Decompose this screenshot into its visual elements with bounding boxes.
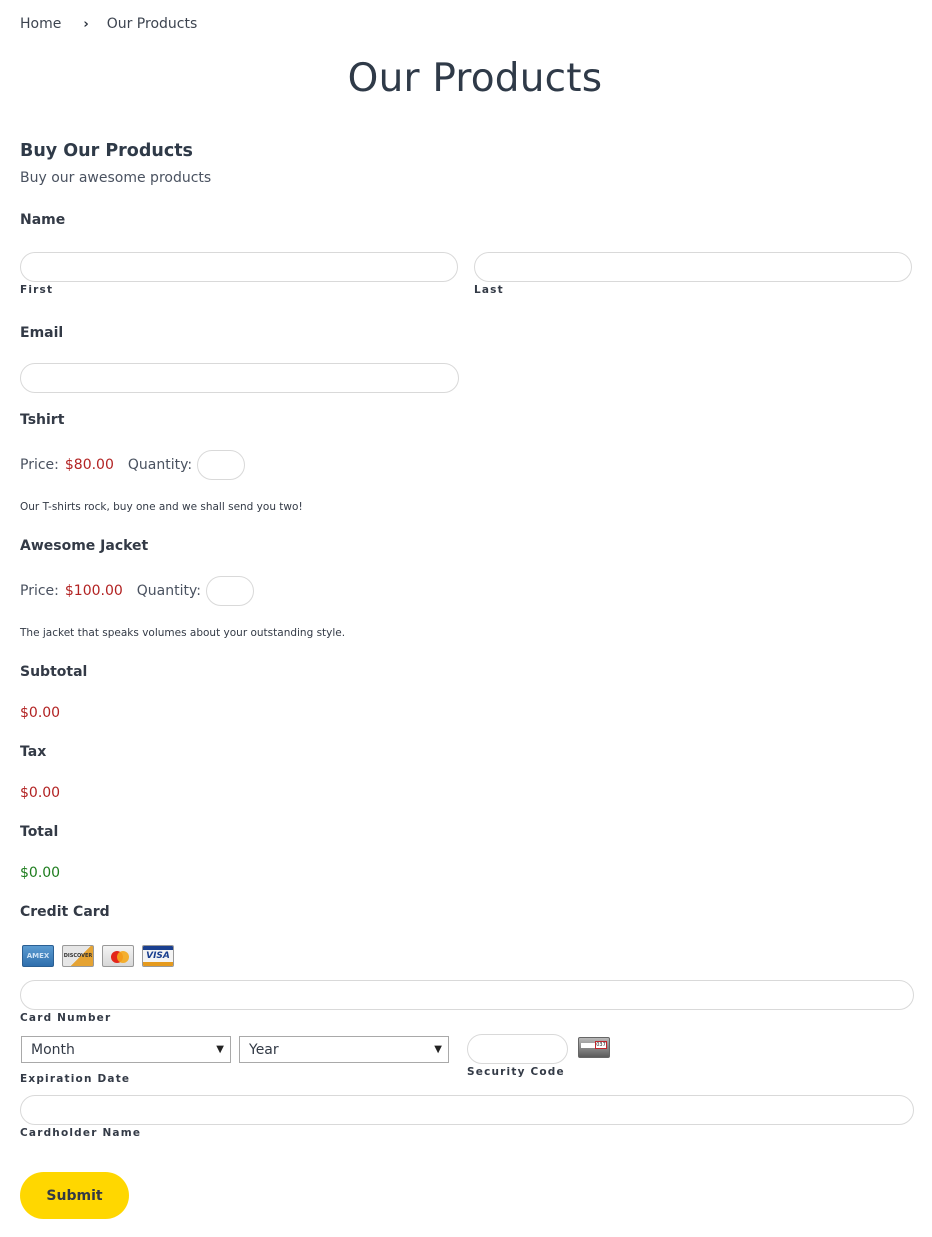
amex-icon: AMEX — [22, 945, 54, 967]
tax-label: Tax — [20, 744, 47, 760]
visa-icon: VISA — [142, 945, 174, 967]
quantity-label: Quantity: — [136, 583, 201, 599]
name-label: Name — [20, 212, 66, 228]
tshirt-quantity-input[interactable] — [197, 450, 246, 480]
last-name-input[interactable] — [474, 252, 912, 282]
expiration-date-sublabel: Expiration Date — [20, 1073, 131, 1085]
credit-card-label: Credit Card — [20, 904, 110, 920]
product-name-tshirt: Tshirt — [20, 412, 65, 428]
month-selected-value: Month — [31, 1041, 75, 1058]
cardholder-name-sublabel: Cardholder Name — [20, 1127, 142, 1139]
discover-icon: DISCOVER — [62, 945, 94, 967]
dropdown-arrow-icon: ▼ — [216, 1044, 224, 1055]
last-name-sublabel: Last — [474, 284, 504, 296]
tshirt-price: $80.00 — [64, 457, 114, 473]
card-type-icons: AMEX DISCOVER VISA — [22, 945, 174, 967]
security-code-sublabel: Security Code — [467, 1066, 565, 1078]
jacket-quantity-input[interactable] — [205, 576, 254, 606]
email-label: Email — [20, 325, 64, 341]
mastercard-icon — [102, 945, 134, 967]
subtotal-value: $0.00 — [20, 705, 61, 721]
jacket-price-row: Price: $100.00 Quantity: — [20, 576, 254, 606]
jacket-price: $100.00 — [64, 583, 123, 599]
breadcrumb-current: Our Products — [106, 16, 198, 32]
chevron-right-icon: › — [83, 16, 89, 32]
year-selected-value: Year — [249, 1041, 279, 1058]
dropdown-arrow-icon: ▼ — [434, 1044, 442, 1055]
email-input[interactable] — [20, 363, 459, 393]
breadcrumb: Home › Our Products — [20, 16, 197, 32]
card-number-input[interactable] — [20, 980, 914, 1010]
product-name-jacket: Awesome Jacket — [20, 538, 149, 554]
price-label: Price: — [20, 583, 59, 599]
quantity-label: Quantity: — [127, 457, 193, 473]
first-name-input[interactable] — [20, 252, 458, 282]
total-label: Total — [20, 824, 59, 840]
subtotal-label: Subtotal — [20, 664, 88, 680]
security-code-input[interactable] — [467, 1034, 568, 1064]
tshirt-description: Our T-shirts rock, buy one and we shall … — [20, 501, 303, 513]
cvv-card-icon: 037 — [578, 1037, 610, 1058]
tax-value: $0.00 — [20, 785, 61, 801]
form-description: Buy our awesome products — [20, 170, 212, 186]
total-value: $0.00 — [20, 865, 61, 881]
jacket-description: The jacket that speaks volumes about you… — [20, 627, 346, 639]
expiration-month-select[interactable]: Month ▼ — [21, 1036, 231, 1063]
cardholder-name-input[interactable] — [20, 1095, 914, 1125]
submit-button[interactable]: Submit — [20, 1172, 129, 1219]
breadcrumb-home-link[interactable]: Home — [20, 16, 61, 32]
card-number-sublabel: Card Number — [20, 1012, 112, 1024]
price-label: Price: — [20, 457, 59, 473]
page-title: Our Products — [347, 56, 603, 101]
first-name-sublabel: First — [20, 284, 54, 296]
tshirt-price-row: Price: $80.00 Quantity: — [20, 450, 246, 480]
expiration-year-select[interactable]: Year ▼ — [239, 1036, 449, 1063]
form-title: Buy Our Products — [20, 141, 193, 161]
